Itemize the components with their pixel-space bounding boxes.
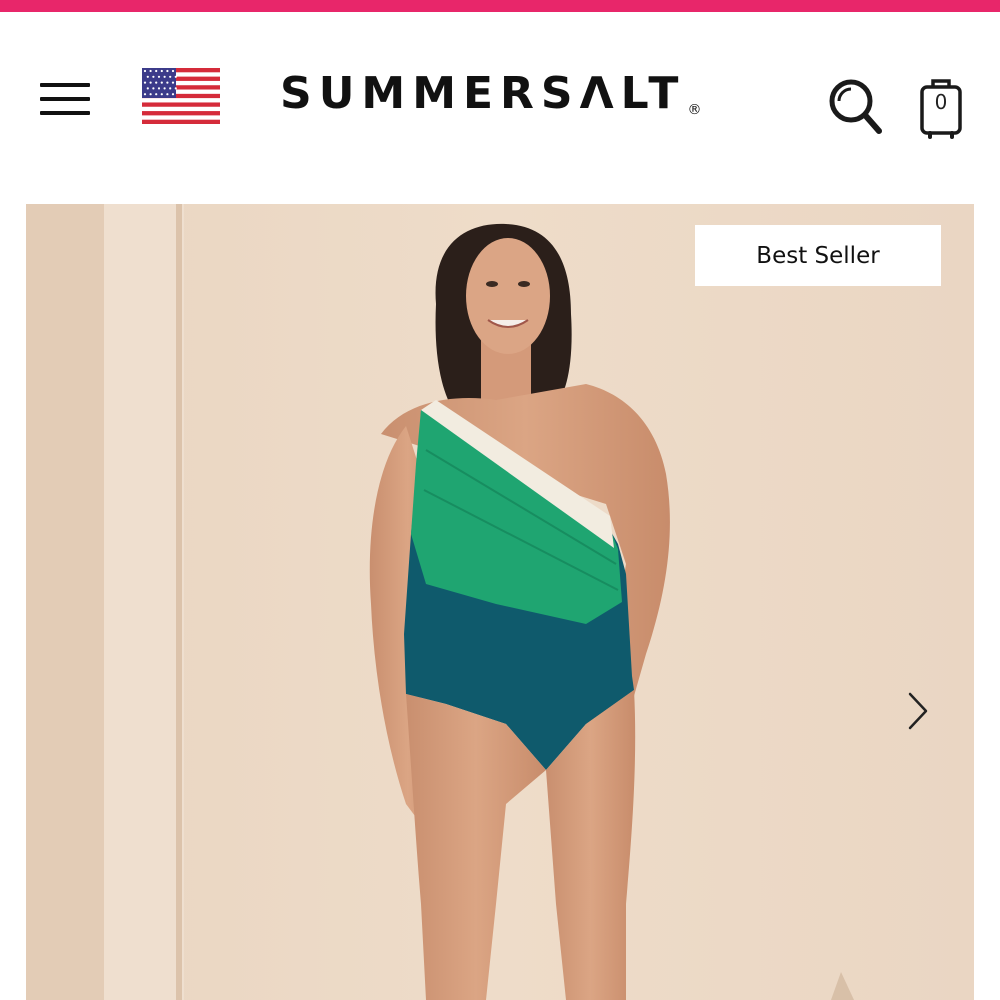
search-button[interactable] <box>826 76 886 138</box>
cart-button[interactable]: 0 <box>916 76 966 140</box>
site-header: SUMMERSΛLT ® 0 <box>0 12 1000 202</box>
logo-text: SUMMERSΛLT <box>280 68 686 119</box>
carousel-next-button[interactable] <box>898 686 938 736</box>
chevron-right-icon <box>908 692 928 730</box>
cart-count: 0 <box>934 90 948 114</box>
model-in-one-shoulder-swimsuit <box>26 204 974 1000</box>
country-selector[interactable] <box>142 68 220 125</box>
menu-button[interactable] <box>36 78 94 120</box>
top-promo-stripe <box>0 0 1000 12</box>
search-icon <box>829 79 882 134</box>
product-hero-carousel[interactable]: Best Seller <box>26 204 974 1000</box>
us-flag-icon <box>142 68 220 125</box>
best-seller-badge: Best Seller <box>695 225 941 286</box>
registered-mark: ® <box>687 102 702 118</box>
brand-logo[interactable]: SUMMERSΛLT ® <box>280 64 740 124</box>
